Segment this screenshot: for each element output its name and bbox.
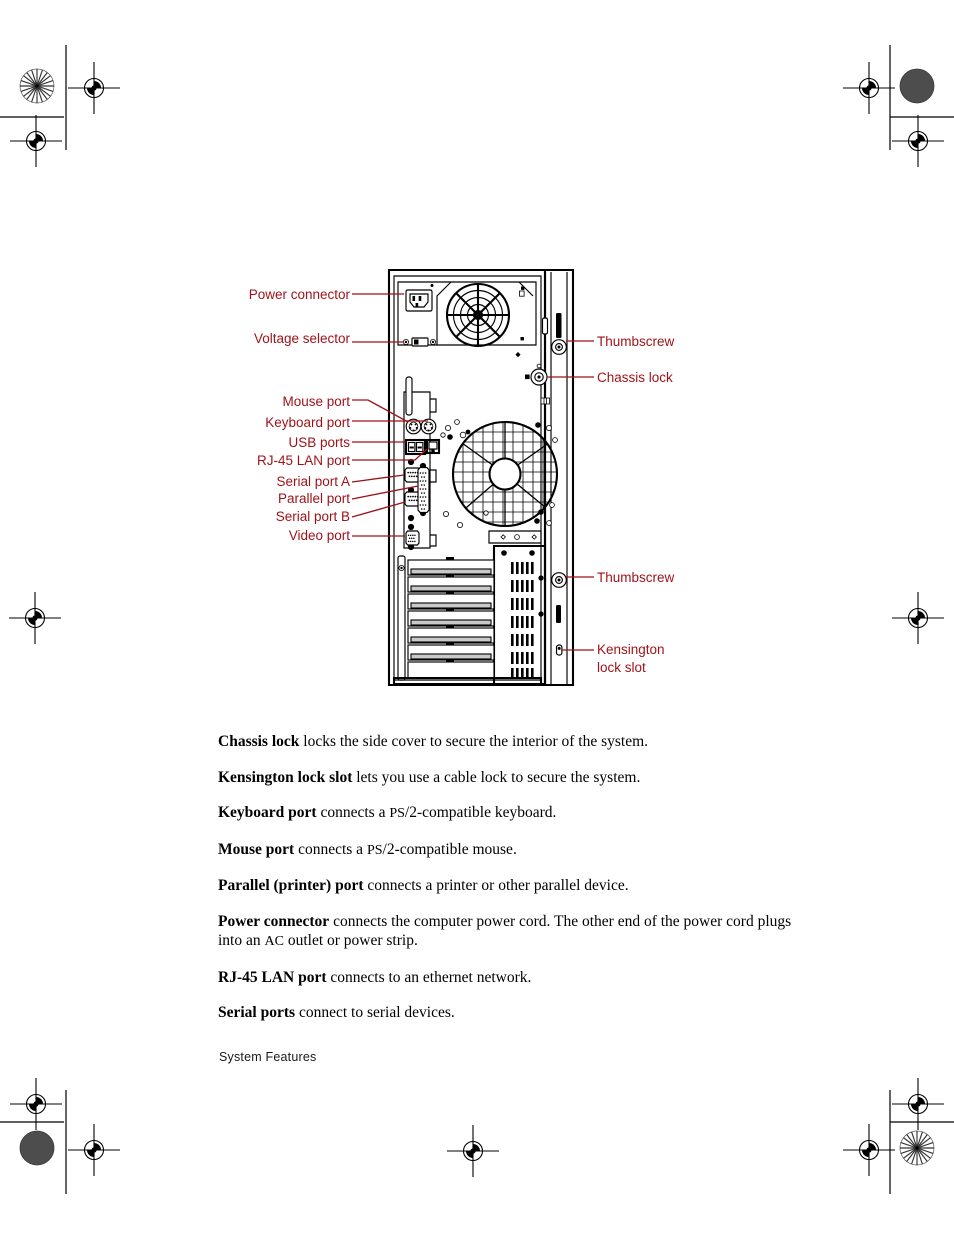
- crosshair-mark-bottom-right-inner: [842, 1123, 896, 1177]
- callout-usb-ports: USB ports: [288, 435, 350, 450]
- crosshair-mark-bottom-center: [446, 1124, 500, 1178]
- term-serial-ports: Serial ports: [218, 1004, 296, 1021]
- description-power-connector: Power connector connects the computer po…: [218, 912, 794, 952]
- smallcaps-ps2-mouse: PS: [366, 842, 383, 858]
- callout-power-connector: Power connector: [249, 287, 351, 302]
- description-mouse-port: Mouse port connects a PS/2-compatible mo…: [218, 840, 794, 861]
- thumbscrew-bottom-feature: [551, 572, 567, 588]
- feature-descriptions: Chassis lock locks the side cover to sec…: [218, 732, 794, 1039]
- power-connector-port: [405, 289, 433, 312]
- usb-ports-connector: [404, 438, 427, 456]
- expansion-slot-covers: [407, 557, 495, 679]
- text-keyboard-port-a: connects a: [316, 804, 390, 821]
- text-keyboard-port-b: /2-compatible keyboard.: [404, 804, 557, 821]
- kensington-lock-slot-feature: [555, 644, 563, 656]
- term-keyboard-port: Keyboard port: [218, 804, 317, 821]
- callout-parallel-port: Parallel port: [278, 491, 350, 506]
- term-power-connector: Power connector: [218, 912, 330, 930]
- description-kensington-lock-slot: Kensington lock slot lets you use a cabl…: [218, 768, 794, 788]
- description-serial-ports: Serial ports connect to serial devices.: [218, 1003, 794, 1023]
- power-supply-fan-grille: [445, 282, 511, 348]
- callout-chassis-lock: Chassis lock: [597, 370, 673, 385]
- callout-thumbscrew-top: Thumbscrew: [597, 334, 675, 349]
- term-rj45-lan-port: RJ-45 LAN port: [218, 968, 327, 986]
- bracket-holes: [500, 534, 537, 540]
- term-mouse-port: Mouse port: [218, 840, 295, 858]
- video-port-connector: [405, 530, 420, 546]
- smallcaps-ps2-keyboard: PS: [389, 806, 405, 821]
- crosshair-mark-bottom-left-inner: [67, 1123, 121, 1177]
- rear-panel-figure: .ln { fill:none; stroke:#000; stroke-wid…: [0, 0, 954, 720]
- description-parallel-port: Parallel (printer) port connects a print…: [218, 876, 794, 896]
- callout-rj45-lan-port: RJ-45 LAN port: [257, 453, 350, 468]
- vent-slots: [511, 562, 534, 679]
- text-mouse-port-b: /2-compatible mouse.: [382, 840, 517, 858]
- text-chassis-lock: locks the side cover to secure the inter…: [299, 733, 649, 750]
- callout-labels-left: Power connector Voltage selector Mouse p…: [249, 287, 351, 543]
- description-keyboard-port: Keyboard port connects a PS/2-compatible…: [218, 803, 794, 824]
- density-patch-bottom-left: [19, 1130, 55, 1166]
- term-parallel-port: Parallel (printer) port: [218, 877, 364, 894]
- rear-panel-svg: .ln { fill:none; stroke:#000; stroke-wid…: [249, 268, 675, 687]
- text-parallel-port: connects a printer or other parallel dev…: [363, 877, 629, 894]
- callout-serial-port-b: Serial port B: [276, 509, 350, 524]
- callout-thumbscrew-bottom: Thumbscrew: [597, 570, 675, 585]
- callout-video-port: Video port: [289, 528, 351, 543]
- text-power-connector-b: outlet or power strip.: [283, 932, 418, 949]
- smallcaps-ac: AC: [264, 934, 284, 949]
- term-chassis-lock: Chassis lock: [218, 733, 300, 750]
- parallel-port-connector: [417, 467, 430, 513]
- description-chassis-lock: Chassis lock locks the side cover to sec…: [218, 732, 794, 752]
- term-kensington-lock-slot: Kensington lock slot: [218, 768, 353, 786]
- callout-kensington-lock-slot-line1: Kensington: [597, 642, 665, 657]
- callout-voltage-selector: Voltage selector: [254, 331, 351, 346]
- callout-serial-port-a: Serial port A: [276, 474, 350, 489]
- page-footer: System Features: [219, 1050, 317, 1064]
- callout-mouse-port: Mouse port: [282, 394, 350, 409]
- callout-kensington-lock-slot-line2: lock slot: [597, 660, 646, 675]
- callout-keyboard-port: Keyboard port: [265, 415, 350, 430]
- description-rj45-lan-port: RJ-45 LAN port connects to an ethernet n…: [218, 968, 794, 988]
- thumbscrew-top-feature: [551, 339, 567, 355]
- text-rj45-lan-port: connects to an ethernet network.: [326, 968, 532, 986]
- rj45-lan-port-connector: [425, 438, 441, 455]
- rosette-mark-bottom-right: [899, 1130, 935, 1166]
- text-serial-ports: connect to serial devices.: [295, 1004, 455, 1021]
- text-kensington-lock-slot: lets you use a cable lock to secure the …: [352, 768, 641, 786]
- text-mouse-port-a: connects a: [294, 840, 367, 858]
- chassis-lock-feature: [525, 363, 548, 386]
- callout-labels-right: Thumbscrew Chassis lock Thumbscrew Kensi…: [597, 334, 675, 675]
